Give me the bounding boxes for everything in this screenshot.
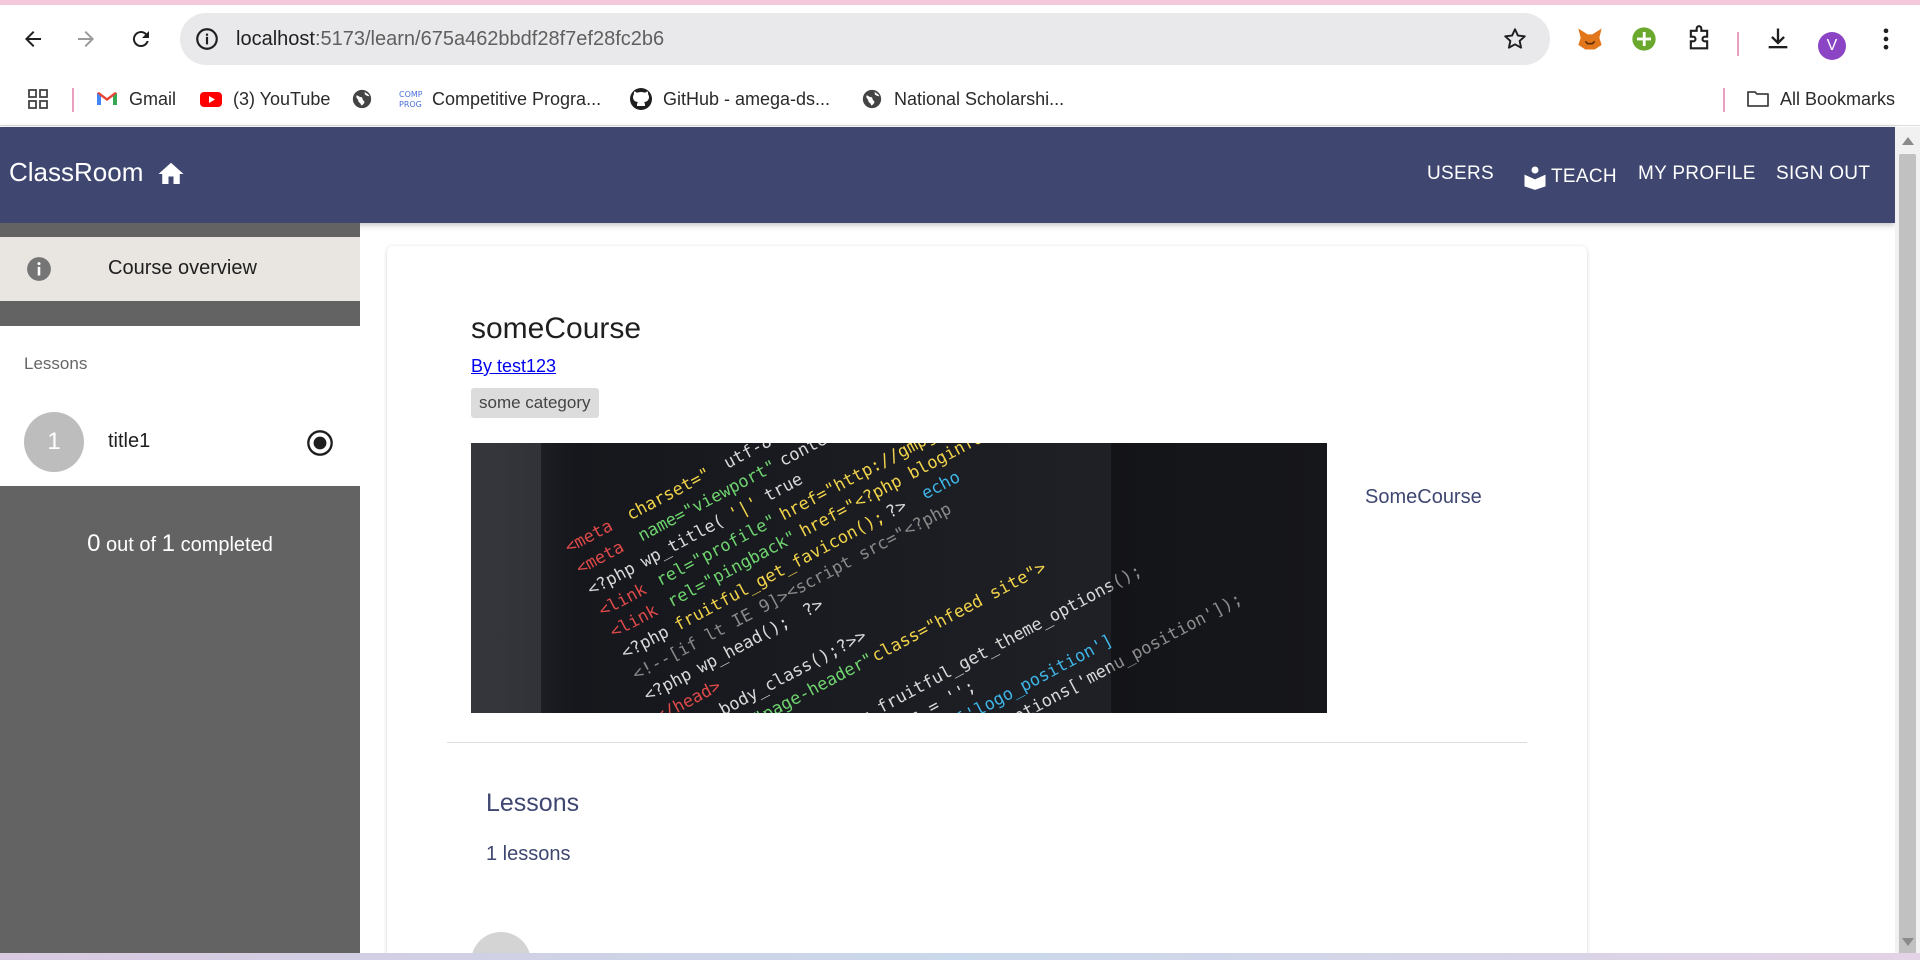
extensions-button[interactable] bbox=[1679, 19, 1719, 59]
folder-icon bbox=[1746, 87, 1770, 111]
lessons-count: 1 lessons bbox=[486, 843, 571, 865]
bookmark-label: National Scholarshi... bbox=[894, 88, 1065, 109]
green-plus-extension[interactable] bbox=[1624, 19, 1664, 59]
scroll-down-arrow-icon[interactable] bbox=[1902, 938, 1914, 946]
plus-circle-icon bbox=[1632, 27, 1656, 51]
arrow-left-icon bbox=[25, 31, 41, 47]
bookmark-youtube[interactable]: (3) YouTube bbox=[199, 84, 330, 114]
section-divider bbox=[447, 742, 1527, 743]
globe-icon bbox=[860, 87, 884, 111]
fox-icon bbox=[1578, 28, 1602, 50]
nav-teach-label: TEACH bbox=[1551, 166, 1617, 187]
total-count: 1 bbox=[161, 530, 176, 557]
url-text[interactable]: localhost:5173/learn/675a462bbdf28f7ef28… bbox=[236, 28, 664, 51]
window-bottom-border bbox=[0, 953, 1920, 960]
downloads-button[interactable] bbox=[1758, 19, 1798, 59]
metamask-extension[interactable] bbox=[1570, 19, 1610, 59]
bookmarks-bar: Gmail (3) YouTube COMP PROG Competitive P… bbox=[0, 73, 1920, 126]
code-screenshot-image: <metacharset="utf-8 <metaname="viewport"… bbox=[471, 443, 1327, 713]
all-bookmarks-button[interactable]: All Bookmarks bbox=[1746, 84, 1895, 114]
nav-sign-out[interactable]: SIGN OUT bbox=[1776, 163, 1870, 185]
progress-separator-text: out of bbox=[106, 534, 157, 556]
home-icon[interactable] bbox=[156, 159, 186, 189]
svg-text:COMP: COMP bbox=[399, 90, 422, 99]
course-overview-label: Course overview bbox=[108, 257, 257, 279]
forward-button[interactable] bbox=[66, 19, 106, 59]
bookmark-label: (3) YouTube bbox=[233, 88, 331, 109]
lesson-number-avatar: 1 bbox=[24, 412, 84, 472]
bookmark-star-icon[interactable] bbox=[1502, 26, 1528, 52]
scroll-up-arrow-icon[interactable] bbox=[1902, 137, 1914, 145]
puzzle-icon bbox=[1689, 25, 1709, 50]
url-host: localhost bbox=[236, 28, 315, 50]
page-scrollbar[interactable] bbox=[1895, 127, 1920, 960]
lessons-section-heading: Lessons bbox=[486, 789, 580, 817]
course-image: <meta charset=" utf-8 <meta name="viewport"… bbox=[471, 443, 1327, 713]
info-icon bbox=[27, 257, 51, 281]
bookmark-national-scholarship[interactable]: National Scholarshi... bbox=[860, 84, 1064, 114]
download-icon bbox=[1768, 28, 1788, 49]
gmail-icon bbox=[95, 87, 119, 111]
github-icon bbox=[629, 87, 653, 111]
bookmark-label: Competitive Progra... bbox=[432, 88, 602, 109]
completion-progress: 0 out of 1 completed bbox=[0, 530, 360, 558]
brand-title: ClassRoom bbox=[9, 157, 144, 187]
profile-avatar[interactable]: V bbox=[1818, 32, 1846, 60]
apps-grid-icon bbox=[26, 87, 50, 111]
site-info-icon[interactable] bbox=[194, 26, 220, 52]
svg-text:PROG: PROG bbox=[399, 100, 422, 109]
youtube-icon bbox=[199, 87, 223, 111]
arrow-right-icon bbox=[78, 31, 94, 47]
bookmark-label: Gmail bbox=[129, 88, 177, 109]
bookmarks-separator bbox=[1723, 88, 1725, 112]
globe-icon bbox=[350, 87, 374, 111]
scrollbar-thumb[interactable] bbox=[1899, 154, 1916, 960]
completed-count: 0 bbox=[87, 530, 101, 557]
reload-button[interactable] bbox=[121, 19, 161, 59]
book-person-icon bbox=[1524, 166, 1546, 190]
browser-toolbar: localhost:5173/learn/675a462bbdf28f7ef28… bbox=[0, 5, 1920, 73]
toolbar-separator bbox=[1737, 32, 1739, 56]
browser-menu-button[interactable] bbox=[1866, 19, 1906, 59]
reload-icon bbox=[132, 31, 149, 48]
bookmark-label: GitHub - amega-ds... bbox=[663, 88, 831, 109]
back-button[interactable] bbox=[13, 19, 53, 59]
all-bookmarks-label: All Bookmarks bbox=[1780, 88, 1896, 109]
course-description: SomeCourse bbox=[1365, 486, 1482, 508]
bookmark-globe[interactable] bbox=[350, 84, 384, 114]
sidebar-lessons-list: Lessons 1 title1 bbox=[0, 326, 360, 486]
apps-button[interactable] bbox=[26, 84, 60, 114]
comp-prog-icon: COMP PROG bbox=[398, 87, 422, 111]
course-title: someCourse bbox=[471, 312, 642, 345]
app-header: ClassRoom USERS TEACH MY PROFILE SIGN OU… bbox=[0, 127, 1895, 223]
category-chip: some category bbox=[471, 388, 599, 418]
bookmarks-separator bbox=[72, 88, 74, 112]
nav-my-profile[interactable]: MY PROFILE bbox=[1638, 163, 1756, 185]
course-sidebar: Course overview Lessons 1 title1 0 out o… bbox=[0, 223, 360, 960]
url-path: :5173/learn/675a462bbdf28f7ef28fc2b6 bbox=[314, 28, 665, 50]
sidebar-lessons-heading: Lessons bbox=[24, 354, 88, 373]
nav-teach[interactable]: TEACH bbox=[1521, 163, 1617, 191]
progress-suffix: completed bbox=[180, 534, 273, 556]
bookmark-github[interactable]: GitHub - amega-ds... bbox=[629, 84, 830, 114]
bookmark-competitive-programming[interactable]: COMP PROG Competitive Progra... bbox=[398, 84, 601, 114]
course-overview-item[interactable]: Course overview bbox=[0, 237, 360, 301]
bookmark-gmail[interactable]: Gmail bbox=[95, 84, 176, 114]
address-bar[interactable]: localhost:5173/learn/675a462bbdf28f7ef28… bbox=[180, 13, 1550, 65]
course-card: someCourse By test123 some category <met… bbox=[387, 246, 1587, 960]
radio-checked-icon bbox=[307, 430, 333, 456]
nav-users[interactable]: USERS bbox=[1427, 163, 1494, 185]
author-link[interactable]: By test123 bbox=[471, 356, 556, 377]
kebab-menu-icon bbox=[1883, 28, 1889, 50]
lesson-title: title1 bbox=[108, 430, 151, 452]
